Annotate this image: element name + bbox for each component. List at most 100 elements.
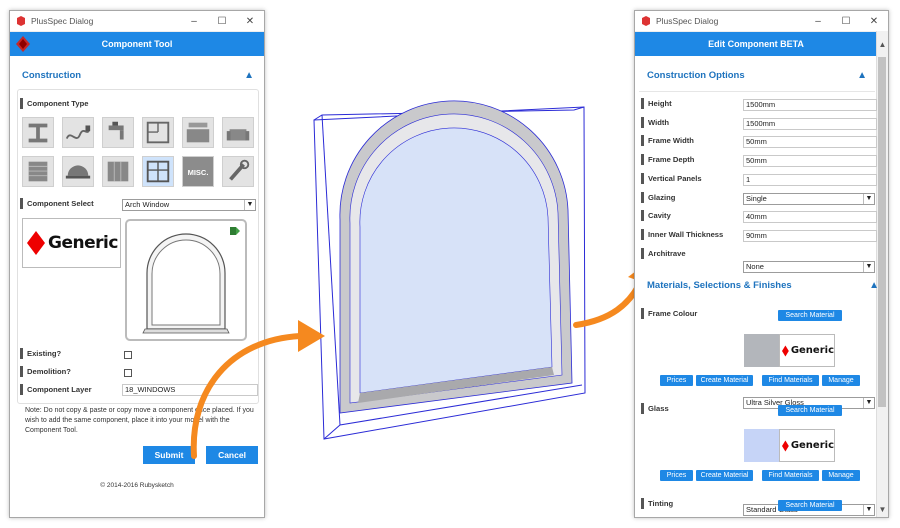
width-label: Width [641, 116, 669, 128]
misc-tile-label: MISC. [187, 168, 209, 177]
tile-hardhat-icon[interactable] [62, 156, 94, 187]
frame-width-value: 50mm [746, 137, 767, 147]
frame-depth-input[interactable]: 50mm [743, 155, 877, 168]
frame-colour-label: Frame Colour [641, 308, 697, 319]
frame-width-input[interactable]: 50mm [743, 136, 877, 149]
inner-wall-thickness-value: 90mm [746, 230, 767, 240]
chevron-up-icon[interactable]: ▲ [857, 70, 867, 81]
chevron-down-icon[interactable]: ▼ [863, 261, 874, 272]
frame-width-label: Frame Width [641, 135, 694, 147]
architrave-select[interactable]: None ▼ [743, 260, 875, 273]
minimize-icon[interactable]: – [804, 16, 832, 27]
component-select-value: Arch Window [125, 200, 170, 209]
window-title: PlusSpec Dialog [31, 16, 94, 26]
close-icon[interactable]: ✕ [860, 16, 888, 27]
header-title: Component Tool [101, 39, 173, 49]
steel-beam-icon [28, 123, 48, 143]
glazing-select[interactable]: Single ▼ [743, 192, 875, 205]
cavity-label: Cavity [641, 210, 671, 222]
generic-logo-text: Generic [48, 233, 118, 253]
chevron-up-icon[interactable]: ▲ [244, 70, 254, 81]
component-layer-label: Component Layer [20, 384, 92, 395]
search-material-button[interactable]: Search Material [778, 500, 842, 511]
tap-icon [108, 121, 124, 140]
find-materials-button[interactable]: Find Materials [762, 470, 819, 481]
tile-cable-plug-icon[interactable] [62, 117, 94, 148]
scroll-down-icon[interactable]: ▼ [877, 505, 888, 514]
width-value: 1500mm [746, 118, 776, 128]
tile-window-icon[interactable] [142, 156, 174, 187]
height-input[interactable]: 1500mm [743, 99, 877, 111]
tile-shutter-icon[interactable] [22, 156, 54, 187]
glazing-value: Single [746, 193, 767, 203]
chevron-down-icon[interactable]: ▼ [244, 200, 255, 210]
diamond-icon [782, 345, 789, 356]
inner-wall-thickness-input[interactable]: 90mm [743, 229, 877, 242]
hardhat-icon [65, 165, 91, 179]
existing-label: Existing? [20, 348, 61, 359]
scroll-thumb[interactable] [878, 57, 886, 407]
generic-logo-text: Generic [790, 440, 834, 451]
title-bar: PlusSpec Dialog – ☐ ✕ [10, 11, 264, 32]
existing-checkbox[interactable] [124, 351, 132, 359]
architrave-value: None [746, 261, 764, 271]
search-material-button[interactable]: Search Material [778, 405, 842, 416]
chevron-down-icon[interactable]: ▼ [863, 193, 874, 204]
demolition-checkbox[interactable] [124, 369, 132, 377]
tile-steel-beam-icon[interactable] [22, 117, 54, 148]
construction-options-header[interactable]: Construction Options ▲ [635, 64, 877, 86]
search-material-button[interactable]: Search Material [778, 310, 842, 321]
dialog-header: Edit Component BETA [635, 32, 877, 56]
tile-tools-icon[interactable] [222, 156, 254, 187]
chevron-down-icon[interactable]: ▼ [863, 505, 874, 515]
create-material-button[interactable]: Create Material [696, 470, 753, 481]
vertical-panels-label: Vertical Panels [641, 172, 702, 184]
arrow-left-to-center [190, 320, 325, 459]
diamond-icon [27, 231, 45, 255]
tile-kitchen-icon[interactable] [182, 117, 214, 148]
prices-button[interactable]: Prices [660, 470, 693, 481]
plusspec-logo-icon [16, 36, 30, 52]
manage-button[interactable]: Manage [822, 470, 860, 481]
sketchup-icon [642, 16, 650, 26]
tile-panel-icon[interactable] [102, 156, 134, 187]
frame-depth-value: 50mm [746, 156, 767, 166]
cavity-input[interactable]: 40mm [743, 211, 877, 224]
close-icon[interactable]: ✕ [236, 16, 264, 27]
chevron-down-icon[interactable]: ▼ [863, 398, 874, 408]
cavity-value: 40mm [746, 212, 767, 222]
manage-button[interactable]: Manage [822, 375, 860, 386]
height-value: 1500mm [746, 100, 776, 109]
prices-button[interactable]: Prices [660, 375, 693, 386]
scroll-up-icon[interactable]: ▲ [877, 40, 888, 49]
armchair-icon [226, 129, 250, 141]
tile-floorplan-icon[interactable] [142, 117, 174, 148]
window-icon [146, 160, 170, 183]
tools-icon [229, 159, 250, 181]
generic-brand-logo: Generic [779, 429, 835, 462]
kitchen-icon [186, 122, 210, 143]
vertical-panels-input[interactable]: 1 [743, 173, 877, 186]
width-input[interactable]: 1500mm [743, 117, 877, 130]
glazing-label: Glazing [641, 191, 675, 203]
height-label: Height [641, 98, 672, 109]
header-title: Edit Component BETA [708, 39, 804, 49]
tile-armchair-icon[interactable] [222, 117, 254, 148]
tile-tap-icon[interactable] [102, 117, 134, 148]
find-materials-button[interactable]: Find Materials [762, 375, 819, 386]
glass-swatch [744, 429, 779, 462]
floorplan-icon [146, 121, 170, 144]
tile-misc-icon[interactable]: MISC. [182, 156, 214, 187]
materials-header[interactable]: Materials, Selections & Finishes ▲ [635, 274, 888, 296]
maximize-icon[interactable]: ☐ [832, 16, 860, 27]
diamond-icon [782, 440, 789, 451]
sketchup-icon [17, 16, 25, 26]
component-select[interactable]: Arch Window ▼ [122, 199, 256, 211]
cable-plug-icon [65, 125, 91, 140]
arch-window-frame [339, 100, 573, 414]
minimize-icon[interactable]: – [180, 16, 208, 27]
maximize-icon[interactable]: ☐ [208, 16, 236, 27]
create-material-button[interactable]: Create Material [696, 375, 753, 386]
chevron-up-icon[interactable]: ▲ [869, 280, 879, 291]
construction-section-header[interactable]: Construction ▲ [10, 64, 264, 86]
